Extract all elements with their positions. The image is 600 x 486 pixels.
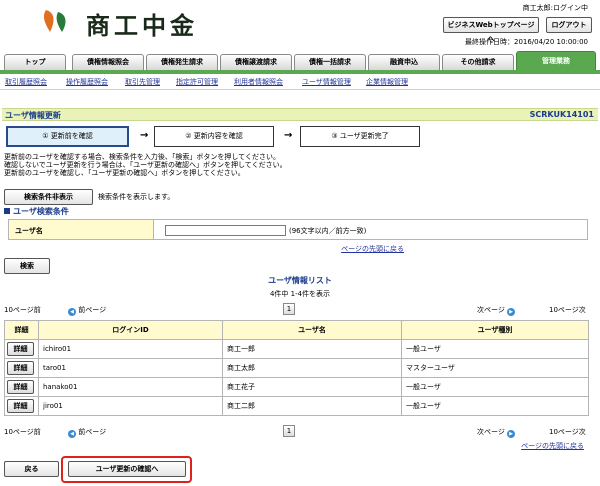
step-3: ③ ユーザ更新完了 xyxy=(300,126,420,147)
sub-navigation: 取引履歴照会 操作履歴照会 取引先管理 指定許可管理 利用者情報照会 ユーザ情報… xyxy=(0,74,600,90)
table-row: 詳細 taro01 商工太郎 マスターユーザ xyxy=(4,358,589,378)
table-row: 詳細 ichiro01 商工一郎 一般ユーザ xyxy=(4,339,589,359)
subnav-permission[interactable]: 指定許可管理 xyxy=(176,77,218,87)
logo-text: 商工中金 xyxy=(86,11,198,40)
tab-claim-issue[interactable]: 債権発生請求 xyxy=(146,54,218,70)
subnav-company-management[interactable]: 企業情報管理 xyxy=(366,77,408,87)
prev-10-pages-link[interactable]: 10ページ前 xyxy=(4,427,41,437)
main-tabs: トップ 債権情報照会 債権発生請求 債権譲渡請求 債権一括請求 融資申込 その他… xyxy=(0,47,600,71)
prev-10-pages-link[interactable]: 10ページ前 xyxy=(4,305,41,315)
list-title: ユーザ情報リスト xyxy=(268,276,332,285)
instructions: 更新前のユーザを確認する場合、検索条件を入力後、「検索」ボタンを押してください。… xyxy=(4,153,594,177)
user-type-cell: 一般ユーザ xyxy=(401,396,589,416)
next-page-link[interactable]: 次ページ ▶ xyxy=(477,305,516,316)
arrow-left-icon: ◀ xyxy=(68,308,76,316)
screen-code: SCRKUK14101 xyxy=(529,110,594,119)
subnav-user-inquiry[interactable]: 利用者情報照会 xyxy=(234,77,283,87)
detail-button[interactable]: 詳細 xyxy=(7,342,34,356)
arrow-left-icon: ◀ xyxy=(68,430,76,438)
next-page-label: 次ページ xyxy=(477,306,505,314)
next-10-pages-link[interactable]: 10ページ次 xyxy=(549,305,586,315)
tab-claim-transfer[interactable]: 債権譲渡請求 xyxy=(220,54,292,70)
user-name-label: ユーザ名 xyxy=(9,220,154,239)
page-title-bar: ユーザ情報更新 SCRKUK14101 xyxy=(2,108,598,121)
list-count: 4件中 1-4件を表示 xyxy=(269,290,331,298)
toggle-search-conditions-button[interactable]: 検索条件非表示 xyxy=(4,189,93,205)
back-to-top-link[interactable]: ページの先頭に戻る xyxy=(341,244,404,254)
col-user-name: ユーザ名 xyxy=(222,320,402,340)
prev-page-link[interactable]: ◀ 前ページ xyxy=(68,305,106,316)
page-number[interactable]: 1 xyxy=(283,425,295,437)
subnav-user-management[interactable]: ユーザ情報管理 xyxy=(302,77,351,87)
login-id-cell: ichiro01 xyxy=(38,339,223,359)
tab-claim-inquiry[interactable]: 債権情報照会 xyxy=(72,54,144,70)
tab-other-requests[interactable]: その他請求 xyxy=(442,54,514,70)
detail-button[interactable]: 詳細 xyxy=(7,399,34,413)
instruction-line: 更新前のユーザを確認し、「ユーザ更新の確認へ」ボタンを押してください。 xyxy=(4,169,245,177)
col-user-type: ユーザ種別 xyxy=(401,320,589,340)
table-row: 詳細 jiro01 商工二郎 一般ユーザ xyxy=(4,396,589,416)
last-operation: 最終操作日時：2016/04/20 10:00:00 xyxy=(464,38,588,46)
user-name-cell: 商工一郎 xyxy=(222,339,402,359)
page-title: ユーザ情報更新 xyxy=(5,111,61,120)
tab-administration[interactable]: 管理業務 xyxy=(516,51,596,71)
search-section-title: ユーザ検索条件 xyxy=(13,207,69,216)
page-number[interactable]: 1 xyxy=(283,303,295,315)
tab-top[interactable]: トップ xyxy=(4,54,66,70)
prev-page-label: 前ページ xyxy=(78,306,107,314)
user-name-input[interactable] xyxy=(165,225,286,236)
confirm-user-update-button[interactable]: ユーザ更新の確認へ xyxy=(68,461,186,477)
next-page-label: 次ページ xyxy=(477,428,505,436)
subnav-operation-history[interactable]: 操作履歴照会 xyxy=(66,77,108,87)
search-button[interactable]: 検索 xyxy=(4,258,50,274)
next-page-link[interactable]: 次ページ ▶ xyxy=(477,427,516,438)
search-section-heading: ユーザ検索条件 xyxy=(4,206,69,217)
tab-loan-application[interactable]: 融資申込 xyxy=(368,54,440,70)
subnav-counterparty[interactable]: 取引先管理 xyxy=(125,77,160,87)
tab-batch-request[interactable]: 債権一括請求 xyxy=(294,54,366,70)
step-arrow-1: → xyxy=(140,130,149,141)
login-id-cell: jiro01 xyxy=(38,396,223,416)
detail-button[interactable]: 詳細 xyxy=(7,380,34,394)
login-id-cell: taro01 xyxy=(38,358,223,378)
square-bullet-icon xyxy=(4,208,10,214)
prev-page-label: 前ページ xyxy=(78,428,107,436)
table-row: 詳細 hanako01 商工花子 一般ユーザ xyxy=(4,377,589,397)
back-to-top-link[interactable]: ページの先頭に戻る xyxy=(521,441,584,451)
arrow-right-icon: ▶ xyxy=(507,308,516,316)
step-2: ② 更新内容を確認 xyxy=(154,126,274,147)
user-name-cell: 商工太郎 xyxy=(222,358,402,378)
back-button[interactable]: 戻る xyxy=(4,461,59,477)
user-name-note: (96文字以内／前方一致) xyxy=(289,227,367,235)
user-list-table: 詳細 ログインID ユーザ名 ユーザ種別 詳細 ichiro01 商工一郎 一般… xyxy=(4,320,589,416)
col-detail: 詳細 xyxy=(4,320,39,340)
detail-button[interactable]: 詳細 xyxy=(7,361,34,375)
step-1: ① 更新前を確認 xyxy=(6,126,129,147)
search-condition-table: ユーザ名 (96文字以内／前方一致) xyxy=(8,219,588,240)
user-name-cell: 商工二郎 xyxy=(222,396,402,416)
user-name-cell: 商工花子 xyxy=(222,377,402,397)
logout-button[interactable]: ログアウト xyxy=(546,17,592,33)
user-type-cell: マスターユーザ xyxy=(401,358,589,378)
step-arrow-2: → xyxy=(284,130,293,141)
login-id-cell: hanako01 xyxy=(38,377,223,397)
user-type-cell: 一般ユーザ xyxy=(401,377,589,397)
prev-page-link[interactable]: ◀ 前ページ xyxy=(68,427,106,438)
instruction-line: 更新前のユーザを確認する場合、検索条件を入力後、「検索」ボタンを押してください。 xyxy=(4,153,280,161)
subnav-transaction-history[interactable]: 取引履歴照会 xyxy=(5,77,47,87)
instruction-line: 確認しないでユーザ更新を行う場合は、「ユーザ更新の確認へ」ボタンを押してください… xyxy=(4,161,287,169)
arrow-right-icon: ▶ xyxy=(507,430,516,438)
next-10-pages-link[interactable]: 10ページ次 xyxy=(549,427,586,437)
toggle-note: 検索条件を表示します。 xyxy=(98,193,175,201)
col-login-id: ログインID xyxy=(38,320,223,340)
user-type-cell: 一般ユーザ xyxy=(401,339,589,359)
top-page-button[interactable]: ビジネスWebトップページへ xyxy=(443,17,539,43)
user-status: 商工太郎:ログイン中 xyxy=(522,4,588,12)
logo-icon xyxy=(43,10,66,32)
